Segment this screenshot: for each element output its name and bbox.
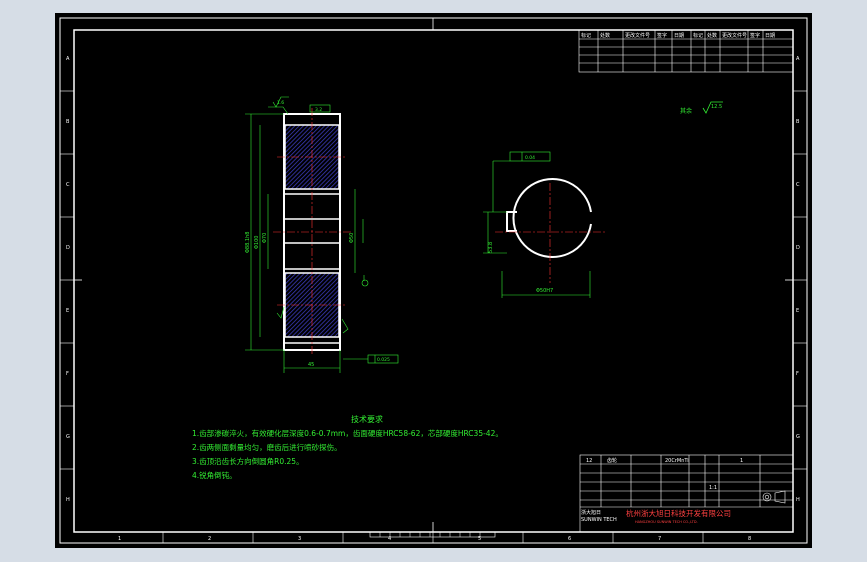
dim-d3: Φ70 bbox=[262, 233, 268, 243]
rev-header: 签字 bbox=[657, 32, 667, 39]
dim-tol1: 0.025 bbox=[377, 357, 390, 363]
zone-marker: E bbox=[796, 308, 799, 314]
scale: 1:1 bbox=[709, 485, 717, 491]
tech-line: 3.齿顶沿齿长方向倒圆角R0.25。 bbox=[192, 456, 304, 466]
zone-marker: C bbox=[796, 182, 800, 188]
zone-marker: H bbox=[796, 497, 800, 503]
zone-marker: G bbox=[796, 434, 800, 440]
gear-section-view: Φ88.1h8 Φ100 Φ70 Φ50 45 0.025 1.6 3.2 bbox=[245, 96, 399, 373]
zone-marker: D bbox=[66, 245, 70, 251]
zone-marker: F bbox=[796, 371, 799, 377]
roughness-label: 其余 bbox=[680, 107, 692, 115]
roughness-value: 12.5 bbox=[711, 104, 722, 110]
zone-ticks bbox=[60, 90, 807, 543]
company-name-en: HANGZHOU SUNWIN TECH CO.,LTD. bbox=[635, 520, 698, 524]
tech-requirements: 技术要求 1.齿部渗碳淬火，有效硬化层深度0.6-0.7mm，齿面硬度HRC58… bbox=[192, 414, 503, 480]
zone-marker: F bbox=[66, 371, 69, 377]
zone-markers-right: A B C D E F G H bbox=[796, 56, 800, 503]
zone-marker: D bbox=[796, 245, 800, 251]
revision-table-headers: 标记 处数 更改文件号 签字 日期 标记 处数 更改文件号 签字 日期 bbox=[581, 32, 775, 39]
cad-viewport[interactable]: A B C D E F G H A B C D E F G H 1 2 3 4 … bbox=[55, 13, 812, 548]
zone-marker: B bbox=[796, 119, 800, 125]
tech-line: 4.锐角倒钝。 bbox=[192, 470, 237, 480]
inner-frame bbox=[73, 29, 794, 533]
hub-end-view: 53.8 Φ50H7 0.04 bbox=[483, 151, 605, 298]
tech-title: 技术要求 bbox=[351, 414, 383, 424]
zone-marker: B bbox=[66, 119, 70, 125]
drawing-no: 12 bbox=[586, 458, 592, 464]
dim-width: 45 bbox=[308, 362, 314, 368]
zone-marker: 3 bbox=[298, 536, 301, 542]
zone-marker: G bbox=[66, 434, 70, 440]
zone-marker: 7 bbox=[658, 536, 661, 542]
zone-markers-left: A B C D E F G H bbox=[66, 56, 70, 503]
zone-marker: E bbox=[66, 308, 69, 314]
dim-rough2: 3.2 bbox=[315, 107, 322, 113]
tech-line: 2.齿两侧面剩量均匀，磨齿后进行喷砂探伤。 bbox=[192, 442, 342, 452]
zone-marker: 8 bbox=[748, 536, 751, 542]
dim-rough1: 1.6 bbox=[277, 100, 284, 106]
revision-table bbox=[578, 29, 794, 73]
dim-keyway-depth: 53.8 bbox=[488, 242, 494, 253]
dim-hub-tol: 0.04 bbox=[525, 155, 535, 161]
rev-header: 处数 bbox=[707, 32, 717, 39]
sheet: 1 bbox=[740, 458, 743, 464]
material: 20CrMnTi bbox=[665, 458, 689, 464]
company-name: 杭州浙大旭日科技开发有限公司 bbox=[626, 508, 731, 518]
tech-line: 1.齿部渗碳淬火，有效硬化层深度0.6-0.7mm，齿面硬度HRC58-62，芯… bbox=[192, 428, 503, 438]
left-label-en: SUNWIN TECH bbox=[581, 517, 617, 523]
zone-marker: 1 bbox=[118, 536, 121, 542]
part-name: 齿轮 bbox=[607, 457, 617, 464]
cad-drawing: A B C D E F G H A B C D E F G H 1 2 3 4 … bbox=[59, 17, 808, 544]
rev-header: 更改文件号 bbox=[722, 32, 747, 39]
dim-d1: Φ88.1h8 bbox=[245, 232, 251, 253]
dim-d4: Φ50 bbox=[349, 233, 355, 243]
left-label: 浙大旭日 bbox=[581, 509, 601, 516]
rev-header: 标记 bbox=[693, 32, 703, 39]
rev-header: 标记 bbox=[581, 32, 591, 39]
zone-marker: C bbox=[66, 182, 70, 188]
zone-marker: 6 bbox=[568, 536, 571, 542]
dim-d2: Φ100 bbox=[254, 236, 260, 249]
zone-marker: H bbox=[66, 497, 70, 503]
rev-header: 更改文件号 bbox=[625, 32, 650, 39]
zone-marker: A bbox=[796, 56, 800, 62]
rev-header: 日期 bbox=[765, 33, 775, 39]
projection-symbol bbox=[762, 490, 786, 504]
zone-marker: A bbox=[66, 56, 70, 62]
roughness-note: 其余 12.5 bbox=[680, 101, 723, 115]
rev-header: 签字 bbox=[750, 32, 760, 39]
dim-bore: Φ50H7 bbox=[536, 288, 553, 294]
rev-header: 日期 bbox=[674, 33, 684, 39]
zone-marker: 2 bbox=[208, 536, 211, 542]
rev-header: 处数 bbox=[600, 32, 610, 39]
